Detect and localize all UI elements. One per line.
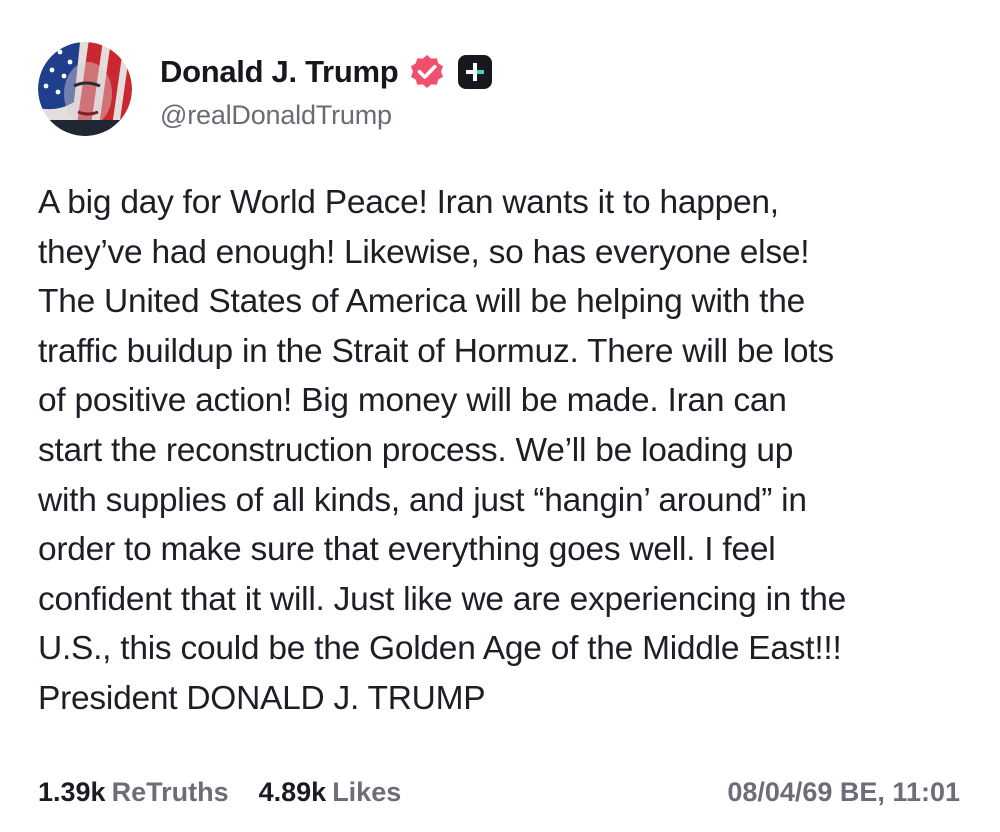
post-header: Donald J. Trump @realDonaldTrump: [38, 42, 493, 136]
likes-count: 4.89k: [258, 776, 327, 807]
verified-badge-icon: [408, 53, 446, 91]
retruths-label: ReTruths: [111, 776, 229, 807]
avatar[interactable]: [38, 42, 132, 136]
post-line: traffic buildup in the Strait of Hormuz.…: [38, 332, 834, 370]
likes-label: Likes: [332, 776, 402, 807]
truth-plus-icon: [458, 54, 493, 89]
post-body: A big day for World Peace! Iran wants it…: [38, 178, 973, 724]
post-line: start the reconstruction process. We’ll …: [38, 431, 794, 469]
post-line: they’ve had enough! Likewise, so has eve…: [38, 233, 810, 271]
truth-post: Donald J. Trump @realDonaldTrump A big d…: [0, 0, 1000, 832]
likes-stat[interactable]: 4.89k Likes: [259, 777, 402, 808]
name-row: Donald J. Trump: [160, 50, 493, 94]
post-line: A big day for World Peace! Iran wants it…: [38, 184, 779, 221]
post-line: The United States of America will be hel…: [38, 283, 805, 321]
author-block: Donald J. Trump @realDonaldTrump: [160, 50, 493, 131]
post-line: order to make sure that everything goes …: [38, 531, 776, 569]
retruths-stat[interactable]: 1.39k ReTruths: [38, 777, 229, 808]
post-footer: 1.39k ReTruths 4.89k Likes 08/04/69 BE, …: [38, 774, 960, 810]
flag-portrait-avatar-icon: [38, 42, 132, 136]
post-timestamp[interactable]: 08/04/69 BE, 11:01: [727, 777, 960, 808]
post-line: with supplies of all kinds, and just “ha…: [38, 481, 807, 519]
user-handle[interactable]: @realDonaldTrump: [160, 100, 492, 131]
post-line: U.S., this could be the Golden Age of th…: [38, 630, 842, 668]
post-line: of positive action! Big money will be ma…: [38, 382, 787, 420]
display-name[interactable]: Donald J. Trump: [160, 54, 399, 90]
retruths-count: 1.39k: [38, 776, 106, 807]
post-line: President DONALD J. TRUMP: [38, 679, 486, 717]
post-line: confident that it will. Just like we are…: [38, 580, 847, 618]
